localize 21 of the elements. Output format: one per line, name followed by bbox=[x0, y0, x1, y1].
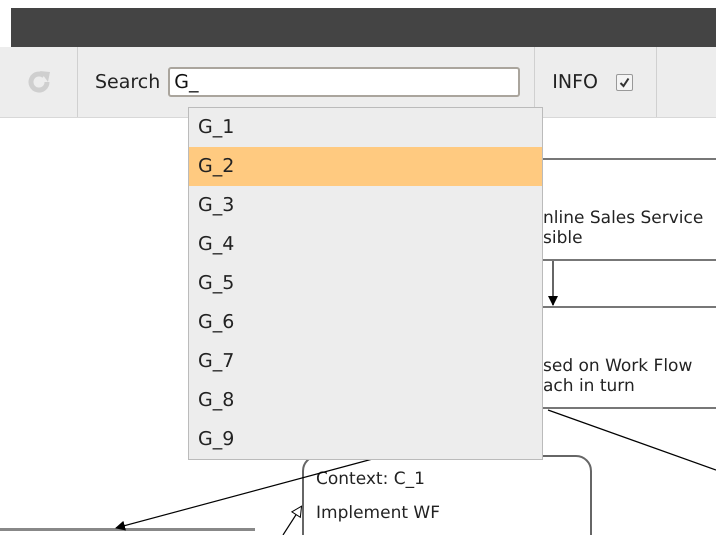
suggestion-item[interactable]: G_1 bbox=[189, 108, 542, 147]
suggestion-item[interactable]: G_7 bbox=[189, 342, 542, 381]
info-checkbox[interactable] bbox=[616, 74, 633, 90]
search-label: Search bbox=[95, 71, 160, 93]
suggestion-item[interactable]: G_9 bbox=[189, 420, 542, 459]
suggestion-item[interactable]: G_3 bbox=[189, 186, 542, 225]
info-label: INFO bbox=[552, 71, 598, 93]
check-icon bbox=[618, 76, 630, 88]
node-text: ach in turn bbox=[543, 376, 636, 396]
search-field[interactable]: G_ bbox=[168, 67, 520, 97]
suggestion-item[interactable]: G_5 bbox=[189, 264, 542, 303]
node-text: sed on Work Flow bbox=[543, 356, 694, 376]
connector-arrow bbox=[548, 261, 558, 306]
node-text: nline Sales Service bbox=[543, 208, 704, 228]
suggestion-item[interactable]: G_4 bbox=[189, 225, 542, 264]
suggestion-item[interactable]: G_6 bbox=[189, 303, 542, 342]
suggestion-item[interactable]: G_8 bbox=[189, 381, 542, 420]
node-text: Implement WF bbox=[316, 503, 441, 523]
node-text: sible bbox=[543, 228, 584, 248]
suggestion-item[interactable]: G_2 bbox=[189, 147, 542, 186]
node-text: Context: C_1 bbox=[316, 469, 426, 489]
